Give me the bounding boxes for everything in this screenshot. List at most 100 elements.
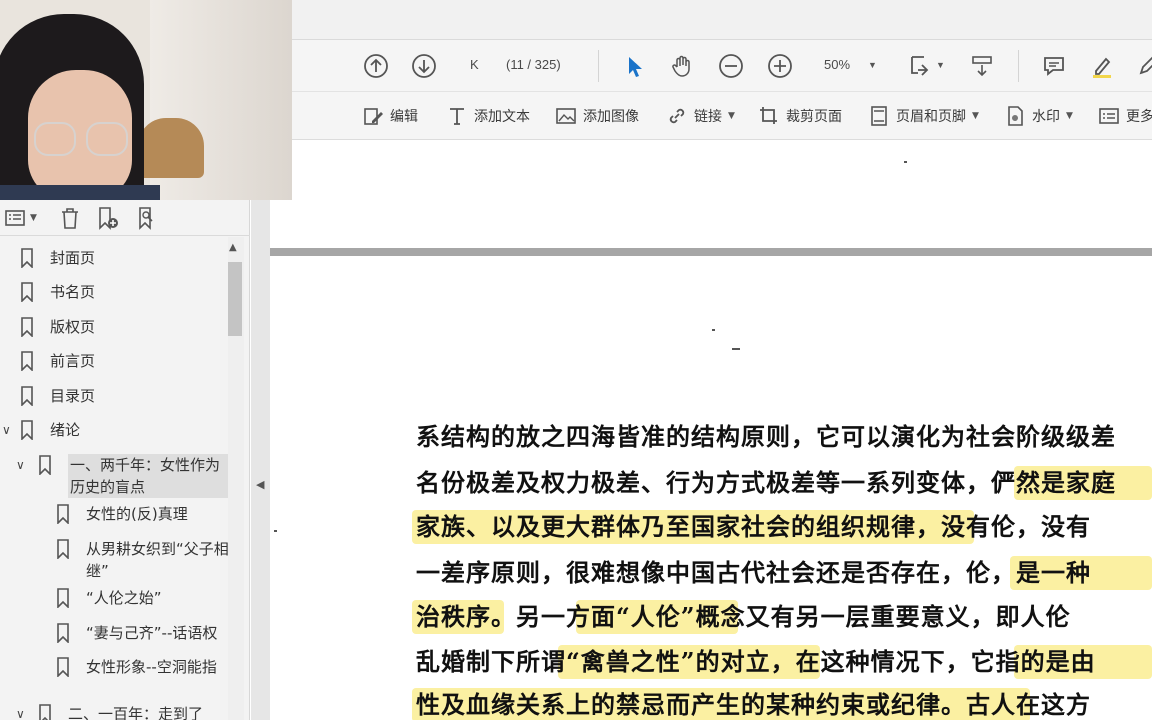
scan-speck <box>732 348 740 350</box>
add-image-button[interactable]: 添加图像 <box>555 104 639 128</box>
expand-chevron-icon[interactable]: ∨ <box>16 707 25 720</box>
crop-icon <box>760 107 777 124</box>
more-button[interactable]: 更多 <box>1098 104 1152 128</box>
title-strip <box>292 0 1152 40</box>
header-footer-label: 页眉和页脚 <box>896 109 966 125</box>
crop-page-label: 裁剪页面 <box>786 109 842 125</box>
bookmark-item[interactable]: 版权页 <box>20 316 95 338</box>
bookmark-item[interactable]: 一、两千年：女性作为历史的盲点 <box>38 454 228 498</box>
bookmark-tree: 封面页 书名页 版权页 前言页 目录页 ∨ 绪论 ∨ 一、两千年：女性作为历史的… <box>0 237 228 720</box>
bookmark-item[interactable]: 绪论 <box>20 419 80 441</box>
document-text-line: 名份极差及权力极差、行为方式极差等一系列变体，俨然是家庭 <box>416 468 1116 497</box>
scan-speck <box>274 530 277 532</box>
toolbar-divider <box>598 50 599 82</box>
watermark-icon <box>1008 106 1023 126</box>
bookmark-item[interactable]: 书名页 <box>20 281 95 303</box>
bookmark-item[interactable]: 女性的(反)真理 <box>56 503 228 525</box>
zoom-in-icon[interactable] <box>766 52 794 80</box>
bookmarks-scroll-thumb[interactable] <box>228 262 242 336</box>
page-number-input[interactable]: K <box>470 57 479 72</box>
scroll-up-icon[interactable]: ▲ <box>229 242 237 253</box>
document-text-line: 家族、以及更大群体乃至国家社会的组织规律，没有伦，没有 <box>416 512 1091 541</box>
link-dropdown-icon: ▼ <box>728 111 735 121</box>
bookmark-item[interactable]: “妻与己齐”--话语权 <box>56 622 228 644</box>
document-text-line: 系结构的放之四海皆准的结构原则，它可以演化为社会阶级级差 <box>416 422 1116 451</box>
header-footer-icon <box>871 106 887 126</box>
bookmark-icon <box>20 281 36 303</box>
bookmark-label-selected: 一、两千年：女性作为历史的盲点 <box>68 454 228 498</box>
delete-bookmark-icon[interactable] <box>58 205 82 231</box>
watermark-dropdown-icon: ▼ <box>1066 111 1073 121</box>
text-icon <box>450 108 464 125</box>
add-text-button[interactable]: 添加文本 <box>446 104 530 128</box>
document-text-line: 一差序原则，很难想像中国古代社会还是否存在，伦，是一种 <box>416 558 1091 587</box>
bookmark-icon <box>56 656 72 678</box>
scroll-mode-icon[interactable] <box>968 52 996 80</box>
page-fit-dropdown-icon[interactable]: ▼ <box>936 60 945 70</box>
bookmark-item[interactable]: 封面页 <box>20 247 95 269</box>
main-toolbar: K (11 / 325) 50% ▼ ▼ <box>292 40 1152 92</box>
page-separator <box>270 248 1152 256</box>
collapse-panel-icon[interactable]: ◀ <box>256 478 264 491</box>
watermark-button[interactable]: 水印 ▼ <box>1004 104 1073 128</box>
panel-collapse-strip[interactable] <box>251 140 270 720</box>
bookmark-item[interactable]: “人伦之始” <box>56 587 228 609</box>
select-tool-icon[interactable] <box>620 52 648 80</box>
bookmark-item[interactable]: 目录页 <box>20 385 95 407</box>
bookmark-label: 前言页 <box>50 352 96 370</box>
bookmark-label: 目录页 <box>50 387 96 405</box>
bookmark-label: “人伦之始” <box>86 589 162 607</box>
bookmarks-toolbar: ▼ <box>0 200 250 236</box>
bookmark-item[interactable]: 从男耕女织到“父子相继” <box>56 538 228 582</box>
page-count: (11 / 325) <box>506 57 561 72</box>
page-fit-icon[interactable] <box>906 52 934 80</box>
link-icon <box>669 108 685 124</box>
bookmark-icon <box>20 350 36 372</box>
bookmark-label: 版权页 <box>50 318 96 336</box>
expand-chevron-icon[interactable]: ∨ <box>2 423 11 437</box>
bookmark-icon <box>20 419 36 441</box>
bookmark-label: “妻与己齐”--话语权 <box>86 624 218 642</box>
document-text-line: 乱婚制下所谓“禽兽之性”的对立，在这种情况下，它指的是由 <box>416 647 1096 676</box>
zoom-level-select[interactable]: 50% <box>824 57 850 72</box>
more-icon <box>1099 108 1119 124</box>
bookmark-icon <box>20 316 36 338</box>
header-footer-button[interactable]: 页眉和页脚 ▼ <box>868 104 979 128</box>
link-button[interactable]: 链接 ▼ <box>666 104 735 128</box>
bookmark-label: 绪论 <box>50 421 81 439</box>
watermark-label: 水印 <box>1032 109 1060 125</box>
options-menu-icon[interactable]: ▼ <box>4 205 37 231</box>
crop-page-button[interactable]: 裁剪页面 <box>758 104 842 128</box>
webcam-overlay <box>0 0 292 200</box>
find-bookmark-icon[interactable] <box>136 205 160 231</box>
draw-pencil-icon[interactable] <box>1134 52 1152 80</box>
bookmark-icon <box>38 703 54 720</box>
bookmark-label: 女性的(反)真理 <box>86 505 188 523</box>
highlight-pen-icon[interactable] <box>1088 52 1116 80</box>
bookmark-item[interactable]: 前言页 <box>20 350 95 372</box>
pdf-editor-window: K (11 / 325) 50% ▼ ▼ 编辑 添加文本 添加图像 链接 ▼ 裁… <box>0 0 1152 720</box>
zoom-out-icon[interactable] <box>717 52 745 80</box>
bookmarks-panel: ▼ 封面页 书名页 版权页 前言页 目录页 ∨ 绪论 ∨ 一、两千年：女性作为历… <box>0 200 250 720</box>
edit-label: 编辑 <box>390 109 418 125</box>
comment-icon[interactable] <box>1040 52 1068 80</box>
bookmark-label: 书名页 <box>50 283 96 301</box>
bookmark-icon <box>56 587 72 609</box>
expand-chevron-icon[interactable]: ∨ <box>16 458 25 472</box>
next-page-icon[interactable] <box>410 52 438 80</box>
bookmark-label: 从男耕女织到“父子相继” <box>86 540 228 580</box>
edit-button[interactable]: 编辑 <box>362 104 418 128</box>
image-icon <box>556 108 576 124</box>
previous-page-icon[interactable] <box>362 52 390 80</box>
bookmark-icon <box>56 622 72 644</box>
scan-speck <box>712 329 715 331</box>
new-bookmark-icon[interactable] <box>96 205 120 231</box>
hand-tool-icon[interactable] <box>668 52 696 80</box>
bookmark-item[interactable]: 女性形象--空洞能指 <box>56 656 228 678</box>
toolbar-divider <box>1018 50 1019 82</box>
bookmark-item[interactable]: 二、一百年：走到了 <box>38 703 228 720</box>
zoom-dropdown-icon[interactable]: ▼ <box>868 60 877 70</box>
bookmark-icon <box>38 454 54 476</box>
add-image-label: 添加图像 <box>583 109 639 125</box>
edit-toolbar: 编辑 添加文本 添加图像 链接 ▼ 裁剪页面 页眉和页脚 ▼ 水印 ▼ 更多 <box>292 92 1152 140</box>
